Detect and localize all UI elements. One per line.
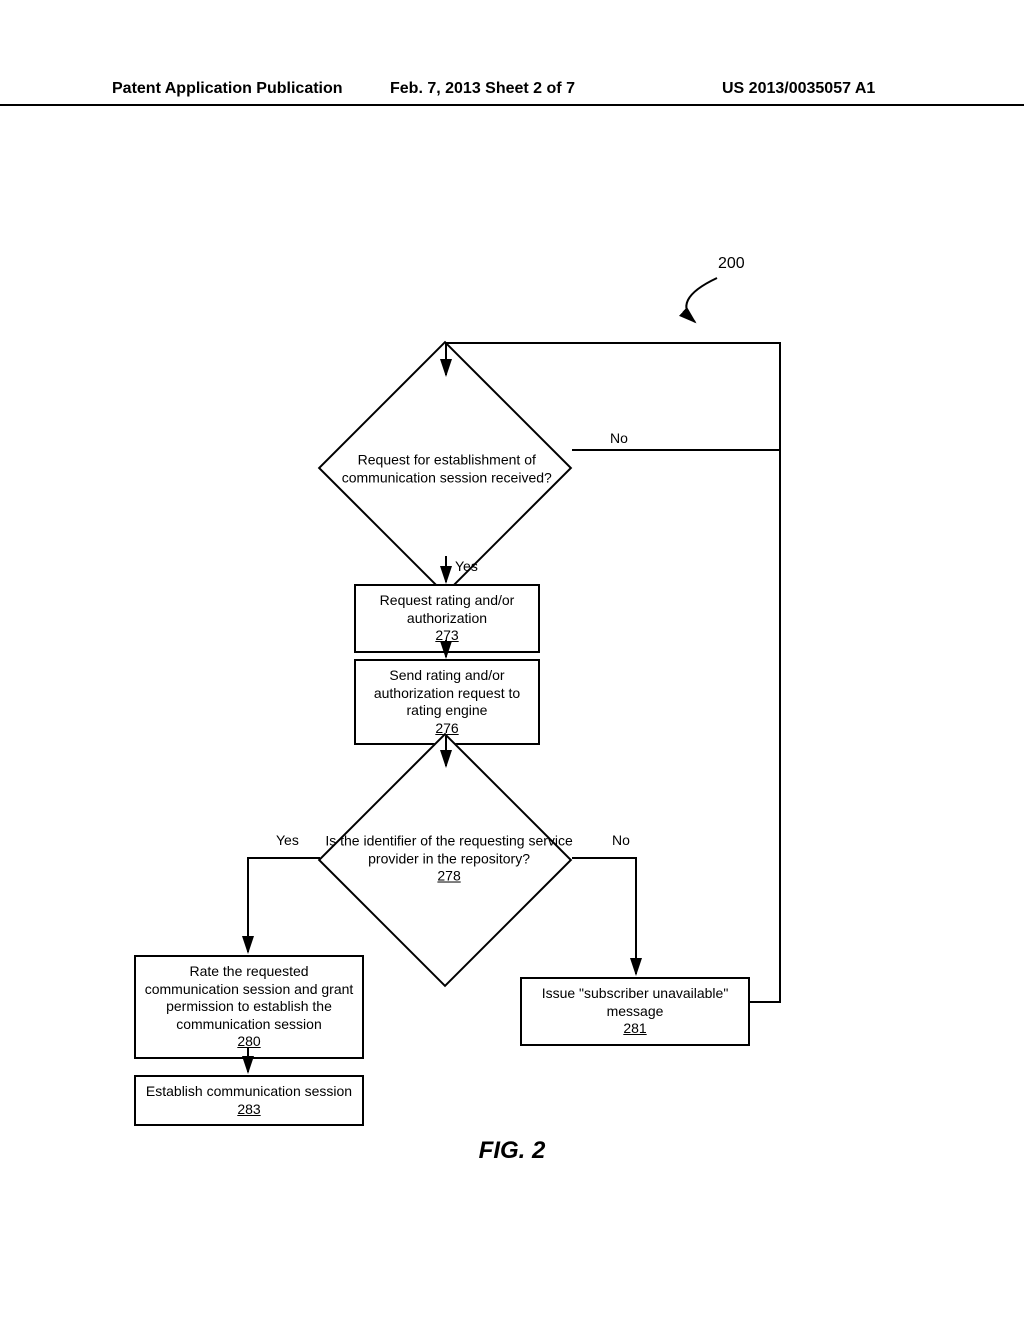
decision-identifier-repo-text: Is the identifier of the requesting serv…	[319, 833, 579, 886]
page-header: Patent Application Publication Feb. 7, 2…	[0, 84, 1024, 106]
decision-request-received: Request for establishment of communicati…	[318, 341, 573, 596]
box-subscriber-unavailable: Issue "subscriber unavailable" message 2…	[520, 977, 750, 1046]
box-send-rating-request: Send rating and/or authorization request…	[354, 659, 540, 745]
header-right: US 2013/0035057 A1	[722, 80, 875, 98]
decision-identifier-repo: Is the identifier of the requesting serv…	[318, 733, 573, 988]
box-establish-session: Establish communication session 283	[134, 1075, 364, 1126]
box-280-text: Rate the requested communication session…	[144, 963, 354, 1033]
box-283-ref: 283	[144, 1101, 354, 1119]
box-rate-and-grant: Rate the requested communication session…	[134, 955, 364, 1059]
ref-200: 200	[718, 255, 745, 273]
box-281-text: Issue "subscriber unavailable" message	[530, 985, 740, 1020]
box-273-text: Request rating and/or authorization	[364, 592, 530, 627]
box-273-ref: 273	[364, 627, 530, 645]
header-mid: Feb. 7, 2013 Sheet 2 of 7	[390, 80, 575, 98]
box-283-text: Establish communication session	[144, 1083, 354, 1101]
label-yes-2: Yes	[276, 832, 299, 848]
figure-label: FIG. 2	[479, 1137, 546, 1165]
box-280-ref: 280	[144, 1033, 354, 1051]
label-no-2: No	[612, 832, 630, 848]
box-request-rating: Request rating and/or authorization 273	[354, 584, 540, 653]
label-no-1: No	[610, 430, 628, 446]
box-276-text: Send rating and/or authorization request…	[364, 667, 530, 720]
header-left: Patent Application Publication	[112, 80, 343, 98]
box-281-ref: 281	[530, 1020, 740, 1038]
decision-request-received-text: Request for establishment of communicati…	[317, 452, 577, 487]
label-yes-1: Yes	[455, 558, 478, 574]
